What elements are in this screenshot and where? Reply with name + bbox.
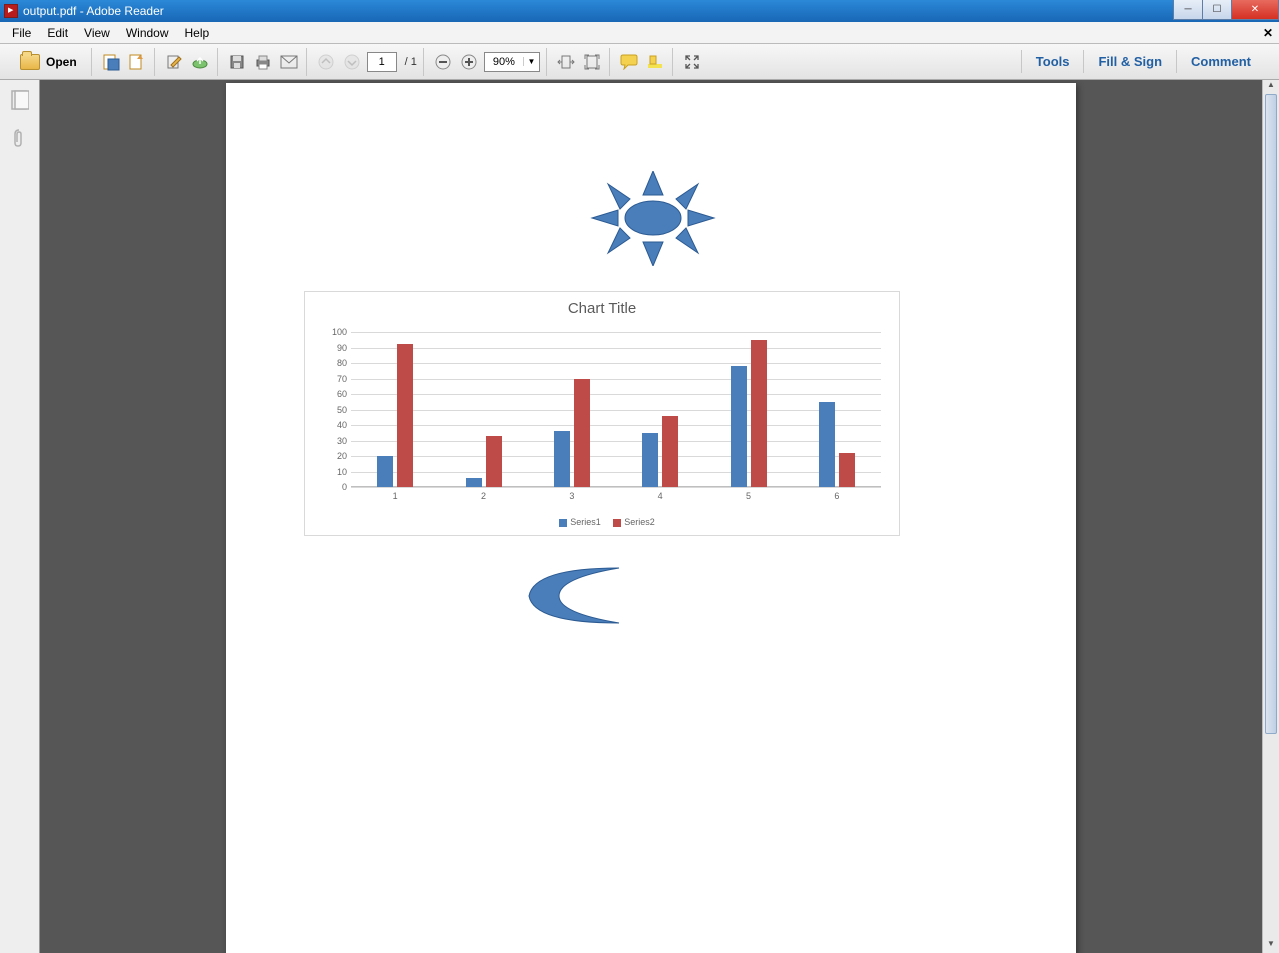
moon-shape: [524, 563, 624, 628]
scrollbar-thumb[interactable]: [1265, 94, 1277, 734]
menu-view[interactable]: View: [76, 24, 118, 42]
zoom-selector[interactable]: 90% ▼: [484, 52, 540, 72]
comment-link[interactable]: Comment: [1176, 50, 1265, 73]
document-area: Chart Title 0102030405060708090100123456…: [0, 80, 1279, 953]
y-tick-label: 80: [337, 358, 351, 368]
menubar: File Edit View Window Help ✕: [0, 22, 1279, 44]
email-icon[interactable]: [278, 51, 300, 73]
sticky-note-icon[interactable]: [618, 51, 640, 73]
x-tick-label: 2: [481, 487, 486, 501]
page-up-icon[interactable]: [315, 51, 337, 73]
y-tick-label: 30: [337, 436, 351, 446]
y-tick-label: 10: [337, 467, 351, 477]
chart-bar: [819, 402, 835, 487]
chart-container: Chart Title 0102030405060708090100123456…: [304, 291, 900, 536]
fit-page-icon[interactable]: [581, 51, 603, 73]
read-mode-icon[interactable]: [681, 51, 703, 73]
titlebar: output.pdf - Adobe Reader ─ ☐ ✕: [0, 0, 1279, 22]
y-tick-label: 0: [342, 482, 351, 492]
fill-sign-link[interactable]: Fill & Sign: [1083, 50, 1176, 73]
chart-plot-area: 0102030405060708090100123456: [351, 332, 881, 487]
close-button[interactable]: ✕: [1231, 0, 1279, 20]
chart-bar: [662, 416, 678, 487]
chart-legend: Series1 Series2: [305, 517, 899, 527]
chart-bar: [751, 340, 767, 487]
zoom-value: 90%: [485, 56, 523, 68]
navigation-panel: [0, 80, 40, 953]
print-icon[interactable]: [252, 51, 274, 73]
chart-title: Chart Title: [305, 292, 899, 321]
legend-swatch-series2: [613, 519, 621, 527]
highlight-icon[interactable]: [644, 51, 666, 73]
chart-bar: [486, 436, 502, 487]
legend-label-series1: Series1: [570, 517, 601, 527]
x-tick-label: 3: [569, 487, 574, 501]
zoom-out-icon[interactable]: [432, 51, 454, 73]
attachments-icon[interactable]: [11, 128, 29, 148]
y-tick-label: 70: [337, 374, 351, 384]
scroll-up-icon[interactable]: ▲: [1263, 80, 1279, 94]
save-icon[interactable]: [226, 51, 248, 73]
window-title: output.pdf - Adobe Reader: [23, 4, 164, 18]
page-number-input[interactable]: [367, 52, 397, 72]
toolbar: Open / 1 90% ▼ Tools: [0, 44, 1279, 80]
y-tick-label: 90: [337, 343, 351, 353]
page-total-label: / 1: [401, 56, 417, 68]
minimize-button[interactable]: ─: [1173, 0, 1203, 20]
y-tick-label: 60: [337, 389, 351, 399]
edit-icon[interactable]: [163, 51, 185, 73]
create-pdf-icon[interactable]: [100, 51, 122, 73]
menu-edit[interactable]: Edit: [39, 24, 76, 42]
y-tick-label: 40: [337, 420, 351, 430]
x-tick-label: 5: [746, 487, 751, 501]
open-button[interactable]: Open: [12, 51, 85, 73]
fit-width-icon[interactable]: [555, 51, 577, 73]
y-tick-label: 100: [332, 327, 351, 337]
page-thumbnails-icon[interactable]: [11, 90, 29, 110]
chart-bar: [839, 453, 855, 487]
x-tick-label: 6: [834, 487, 839, 501]
x-tick-label: 4: [658, 487, 663, 501]
menu-window[interactable]: Window: [118, 24, 177, 42]
folder-icon: [20, 54, 40, 70]
menu-help[interactable]: Help: [177, 24, 218, 42]
tools-link[interactable]: Tools: [1021, 50, 1084, 73]
scroll-down-icon[interactable]: ▼: [1263, 939, 1279, 953]
cloud-icon[interactable]: [189, 51, 211, 73]
chart-bar: [554, 431, 570, 487]
chart-bar: [574, 379, 590, 488]
chart-bar: [466, 478, 482, 487]
pdf-page: Chart Title 0102030405060708090100123456…: [226, 83, 1076, 953]
chart-bar: [731, 366, 747, 487]
app-icon: [4, 4, 18, 18]
y-tick-label: 20: [337, 451, 351, 461]
menu-file[interactable]: File: [4, 24, 39, 42]
chart-bar: [642, 433, 658, 487]
sun-shape: [578, 171, 678, 271]
vertical-scrollbar[interactable]: ▲ ▼: [1262, 80, 1279, 953]
x-tick-label: 1: [393, 487, 398, 501]
y-tick-label: 50: [337, 405, 351, 415]
zoom-in-icon[interactable]: [458, 51, 480, 73]
chart-bar: [377, 456, 393, 487]
legend-label-series2: Series2: [624, 517, 655, 527]
legend-swatch-series1: [559, 519, 567, 527]
page-viewport[interactable]: Chart Title 0102030405060708090100123456…: [40, 80, 1262, 953]
open-label: Open: [46, 55, 77, 69]
export-pdf-icon[interactable]: [126, 51, 148, 73]
maximize-button[interactable]: ☐: [1202, 0, 1232, 20]
chevron-down-icon: ▼: [523, 57, 539, 66]
document-close-icon[interactable]: ✕: [1263, 26, 1273, 40]
page-down-icon[interactable]: [341, 51, 363, 73]
chart-bar: [397, 344, 413, 487]
